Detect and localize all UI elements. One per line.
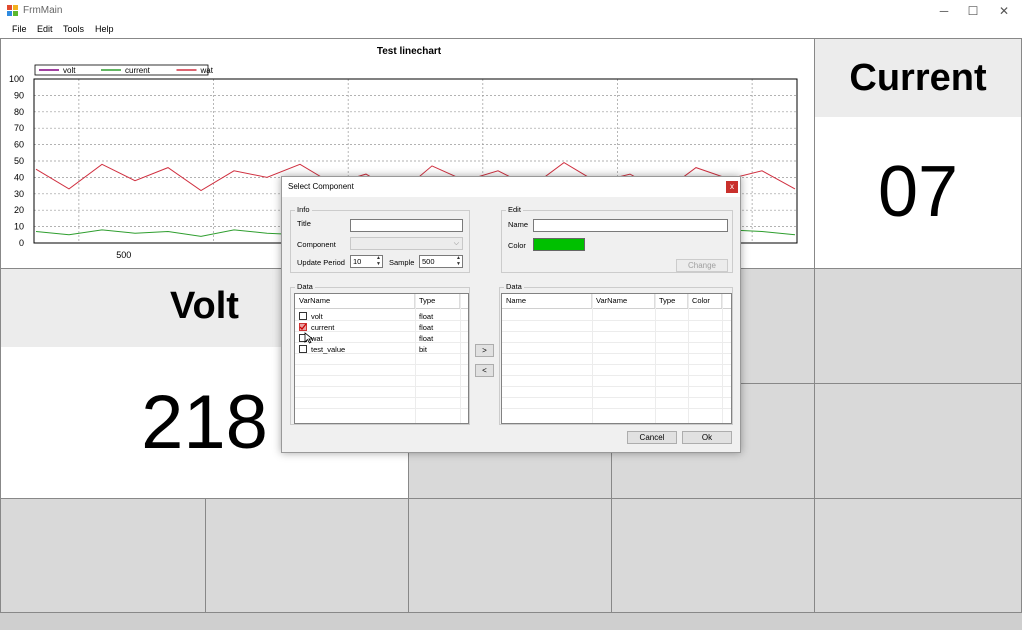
edit-group: Edit Name Color Change [501,205,733,273]
app-icon [7,5,18,16]
dialog-titlebar: Select Component x [282,177,740,197]
sample-value: 500 [422,257,435,266]
y-tick-label: 80 [14,107,24,117]
empty-cell [205,498,409,613]
ok-button[interactable]: Ok [682,431,732,444]
y-tick-label: 40 [14,172,24,182]
menu-file[interactable]: File [12,24,27,34]
close-button[interactable]: ✕ [988,0,1020,22]
y-tick-label: 20 [14,205,24,215]
name-input[interactable] [533,219,728,232]
empty-cell [814,268,1022,384]
menu-bar: File Edit Tools Help [0,22,1022,39]
var-name-cell: test_value [311,345,346,354]
status-strip [0,612,1022,630]
legend-label-volt: volt [63,66,76,75]
mouse-cursor-icon [304,332,314,344]
dialog-close-button[interactable]: x [726,181,738,193]
window-title: FrmMain [23,5,63,16]
maximize-button[interactable]: ☐ [957,0,989,22]
data-group-left-label: Data [295,282,315,291]
empty-cell [611,498,815,613]
data-group-right-label: Data [504,282,524,291]
var-name-cell: current [311,323,335,332]
move-right-button[interactable]: > [475,344,494,357]
menu-tools[interactable]: Tools [63,24,84,34]
var-type-cell: float [419,323,434,332]
data-group-right: Data Name VarName Type Color [499,282,733,425]
var-type-cell: bit [419,345,427,354]
chevron-down-icon: ⌵ [453,240,459,247]
update-period-value: 10 [353,257,362,266]
select-component-dialog: Select Component x Info Title Component … [281,176,741,453]
stepper-arrows-icon[interactable]: ▲ ▼ [456,255,461,267]
stepper-arrows-icon[interactable]: ▲ ▼ [376,255,381,267]
current-title: Current [849,57,987,99]
empty-cell [814,498,1022,613]
legend-label-current: current [125,66,151,75]
y-tick-label: 100 [9,74,24,84]
y-tick-label: 60 [14,140,24,150]
empty-cell [814,383,1022,499]
info-group-label: Info [295,205,312,214]
column-header-type[interactable]: Type [415,294,460,308]
sample-stepper[interactable]: 500 ▲ ▼ [419,255,463,268]
minimize-button[interactable]: ─ [928,0,960,22]
row-checkbox[interactable] [299,345,307,353]
chart-title: Test linechart [377,46,442,57]
update-period-stepper[interactable]: 10 ▲ ▼ [350,255,383,268]
color-label: Color [508,241,526,250]
empty-cell [408,498,612,613]
current-panel: Current 07 [814,38,1022,269]
selected-list-grid[interactable]: Name VarName Type Color [501,293,732,424]
cancel-button[interactable]: Cancel [627,431,677,444]
row-checkbox[interactable] [299,323,307,331]
y-tick-label: 70 [14,123,24,133]
title-input[interactable] [350,219,463,232]
info-group: Info Title Component ⌵ Update Period 10 … [290,205,470,273]
edit-group-label: Edit [506,205,523,214]
x-tick-label: 500 [116,250,131,260]
sample-label: Sample [389,258,415,267]
update-period-label: Update Period [297,258,345,267]
change-button[interactable]: Change [676,259,728,272]
component-label: Component [297,240,336,249]
title-bar: FrmMain ─ ☐ ✕ [0,0,1022,22]
data-group-left: Data VarName Type volt float current flo… [290,282,470,425]
column-header-name[interactable]: Name [502,294,592,308]
y-tick-label: 50 [14,156,24,166]
var-type-cell: float [419,312,434,321]
y-tick-label: 90 [14,90,24,100]
move-left-button[interactable]: < [475,364,494,377]
column-header-color[interactable]: Color [688,294,722,308]
menu-help[interactable]: Help [95,24,114,34]
title-label: Title [297,219,311,228]
current-value: 07 [877,152,959,232]
column-header-type[interactable]: Type [655,294,688,308]
column-header-varname[interactable]: VarName [295,294,415,308]
check-icon [299,323,307,330]
y-tick-label: 0 [19,238,24,248]
column-header-varname[interactable]: VarName [592,294,655,308]
legend-label-wat: wat [200,66,214,75]
dialog-title: Select Component [288,182,354,191]
name-label: Name [508,220,529,229]
var-list-grid[interactable]: VarName Type volt float current float wa… [294,293,469,424]
y-tick-label: 30 [14,189,24,199]
empty-cell [0,498,206,613]
menu-edit[interactable]: Edit [37,24,53,34]
y-tick-label: 10 [14,222,24,232]
component-select[interactable]: ⌵ [350,237,463,250]
color-swatch[interactable] [533,238,585,251]
row-checkbox[interactable] [299,312,307,320]
var-name-cell: volt [311,312,323,321]
var-type-cell: float [419,334,434,343]
